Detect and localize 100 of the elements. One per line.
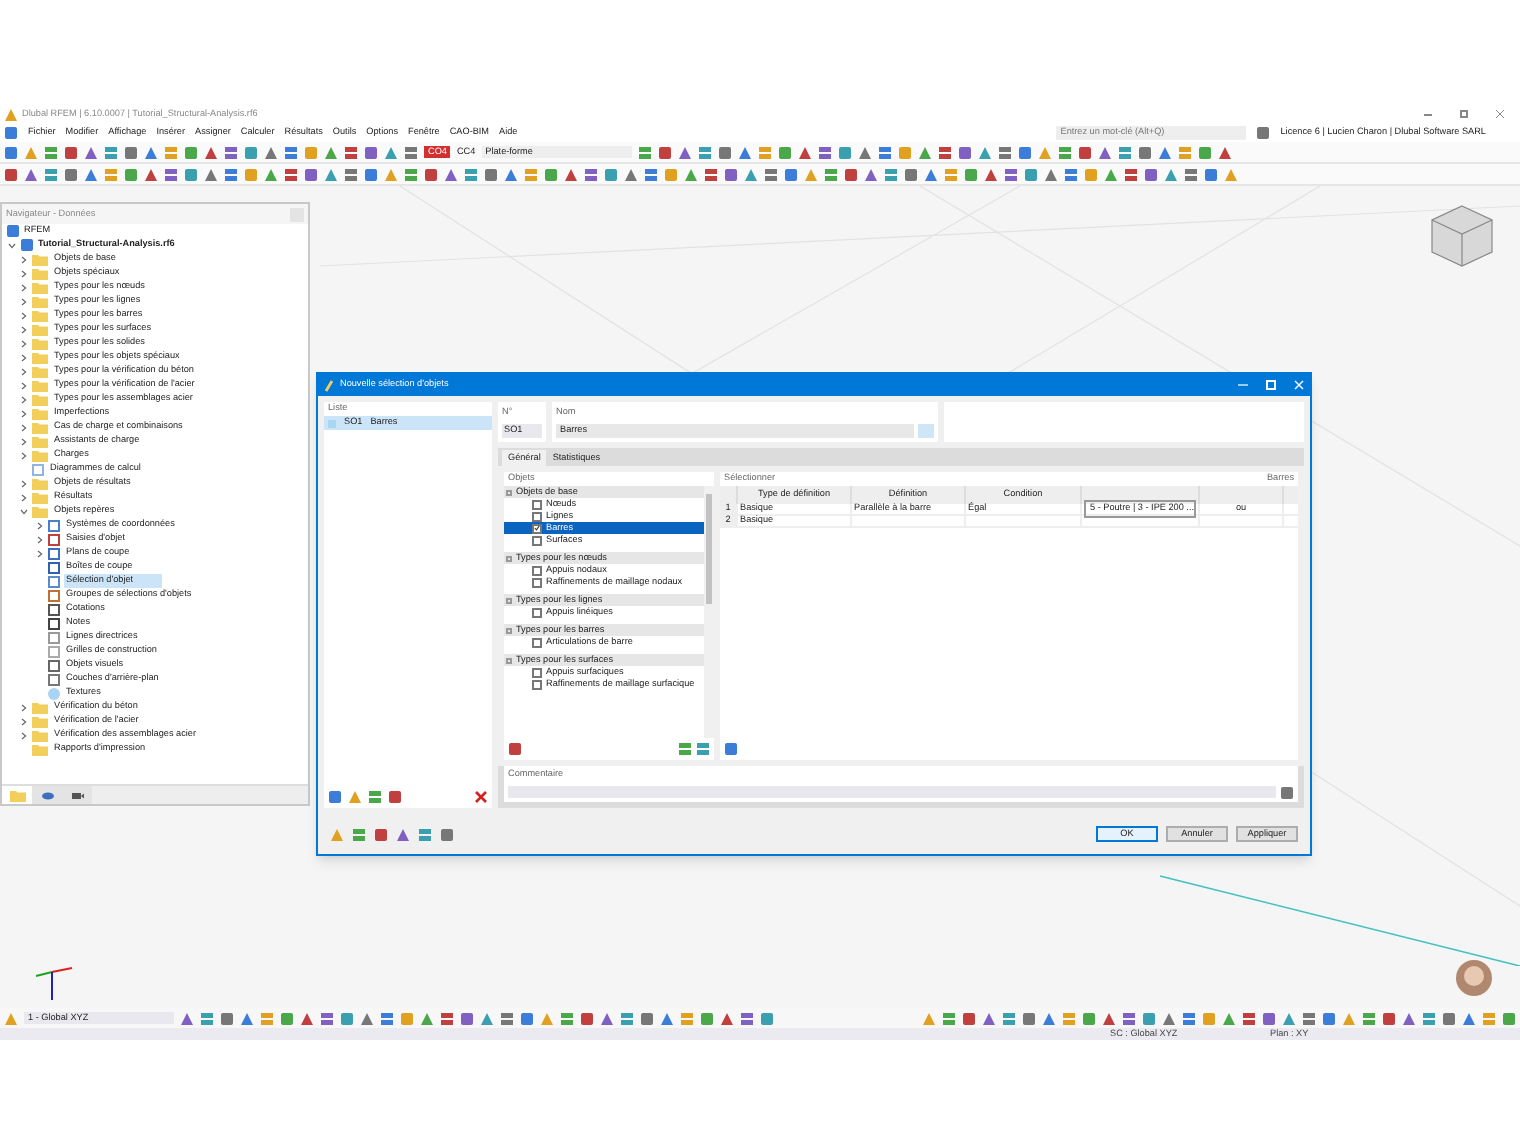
scrollbar[interactable] — [704, 486, 714, 738]
tool-icon[interactable] — [584, 167, 598, 181]
tool-icon[interactable] — [44, 145, 58, 159]
tool-icon[interactable] — [740, 1011, 754, 1025]
chevron-icon[interactable] — [20, 381, 28, 389]
tool-icon[interactable] — [704, 167, 718, 181]
tool-icon[interactable] — [817, 145, 832, 159]
tool-icon[interactable] — [680, 1011, 694, 1025]
chevron-icon[interactable] — [20, 423, 28, 431]
tool-icon[interactable] — [1064, 167, 1078, 181]
chevron-icon[interactable] — [36, 535, 44, 543]
tool-icon[interactable] — [1242, 1011, 1256, 1025]
chevron-icon[interactable] — [36, 549, 44, 557]
tool-icon[interactable] — [560, 1011, 574, 1025]
tool-icon[interactable] — [164, 145, 178, 159]
checkbox[interactable] — [532, 499, 542, 509]
tool-icon[interactable] — [224, 145, 238, 159]
tool-icon[interactable] — [388, 790, 402, 804]
chevron-icon[interactable] — [20, 409, 28, 417]
tool-icon[interactable] — [1002, 1011, 1016, 1025]
chevron-icon[interactable] — [36, 521, 44, 529]
tool-icon[interactable] — [320, 1011, 334, 1025]
chevron-icon[interactable] — [20, 283, 28, 291]
tool-icon[interactable] — [696, 742, 710, 756]
tool-icon[interactable] — [284, 167, 298, 181]
tool-icon[interactable] — [757, 145, 772, 159]
tool-icon[interactable] — [1362, 1011, 1376, 1025]
app-menu-icon[interactable] — [4, 126, 18, 140]
tool-icon[interactable] — [824, 167, 838, 181]
tool-icon[interactable] — [942, 1011, 956, 1025]
tool-icon[interactable] — [1182, 1011, 1196, 1025]
tool-icon[interactable] — [164, 167, 178, 181]
chevron-icon[interactable] — [20, 353, 28, 361]
tool-icon[interactable] — [637, 145, 652, 159]
chevron-icon[interactable] — [20, 507, 28, 515]
tool-icon[interactable] — [644, 167, 658, 181]
tool-icon[interactable] — [260, 1011, 274, 1025]
tool-icon[interactable] — [352, 827, 366, 841]
tool-icon[interactable] — [1122, 1011, 1136, 1025]
filter-icon[interactable] — [508, 742, 522, 756]
tool-icon[interactable] — [1057, 145, 1072, 159]
tool-icon[interactable] — [997, 145, 1012, 159]
maximize-button[interactable] — [1460, 110, 1468, 118]
tool-icon[interactable] — [760, 1011, 774, 1025]
chevron-icon[interactable] — [20, 717, 28, 725]
chevron-icon[interactable] — [20, 451, 28, 459]
tool-icon[interactable] — [104, 145, 118, 159]
tool-icon[interactable] — [1004, 167, 1018, 181]
chevron-icon[interactable] — [20, 367, 28, 375]
tool-icon[interactable] — [380, 1011, 394, 1025]
copy-icon[interactable] — [1280, 785, 1294, 800]
tool-icon[interactable] — [937, 145, 952, 159]
view-cube-icon[interactable] — [1428, 202, 1496, 270]
panel-tab[interactable] — [62, 786, 92, 804]
chevron-icon[interactable] — [20, 437, 28, 445]
tool-icon[interactable] — [678, 742, 692, 756]
minimize-button[interactable] — [1424, 113, 1432, 115]
chevron-icon[interactable] — [8, 241, 16, 249]
tool-icon[interactable] — [764, 167, 778, 181]
tool-icon[interactable] — [500, 1011, 514, 1025]
tool-icon[interactable] — [620, 1011, 634, 1025]
chevron-icon[interactable] — [20, 703, 28, 711]
checkbox[interactable] — [532, 535, 542, 545]
chevron-icon[interactable] — [20, 311, 28, 319]
checkbox[interactable] — [532, 679, 542, 689]
avatar[interactable] — [1456, 960, 1492, 996]
brackets-icon[interactable] — [724, 742, 738, 756]
tool-icon[interactable] — [104, 167, 118, 181]
tool-icon[interactable] — [284, 145, 298, 159]
tool-icon[interactable] — [44, 167, 58, 181]
tool-icon[interactable] — [524, 167, 538, 181]
tool-icon[interactable] — [1302, 1011, 1316, 1025]
tool-icon[interactable] — [404, 167, 418, 181]
chevron-icon[interactable] — [20, 731, 28, 739]
screen-icon[interactable] — [1256, 126, 1271, 140]
tool-icon[interactable] — [440, 827, 454, 841]
tool-icon[interactable] — [884, 167, 898, 181]
tool-icon[interactable] — [944, 167, 958, 181]
panel-tab[interactable] — [32, 786, 62, 804]
delete-icon[interactable] — [474, 790, 488, 804]
chevron-icon[interactable] — [20, 479, 28, 487]
chevron-icon[interactable] — [20, 339, 28, 347]
chevron-icon[interactable] — [20, 325, 28, 333]
tool-icon[interactable] — [224, 167, 238, 181]
tool-icon[interactable] — [877, 145, 892, 159]
tool-icon[interactable] — [1124, 167, 1138, 181]
tool-icon[interactable] — [1117, 145, 1132, 159]
chevron-icon[interactable] — [20, 493, 28, 501]
checkbox[interactable] — [532, 577, 542, 587]
tool-icon[interactable] — [1177, 145, 1192, 159]
tool-icon[interactable] — [368, 790, 382, 804]
checkbox[interactable] — [532, 667, 542, 677]
tool-icon[interactable] — [697, 145, 712, 159]
checkbox[interactable] — [532, 607, 542, 617]
tool-icon[interactable] — [418, 827, 432, 841]
tool-icon[interactable] — [200, 1011, 214, 1025]
checkbox[interactable] — [532, 637, 542, 647]
checkbox[interactable] — [532, 565, 542, 575]
chevron-icon[interactable] — [20, 297, 28, 305]
close-icon[interactable] — [1496, 110, 1504, 118]
